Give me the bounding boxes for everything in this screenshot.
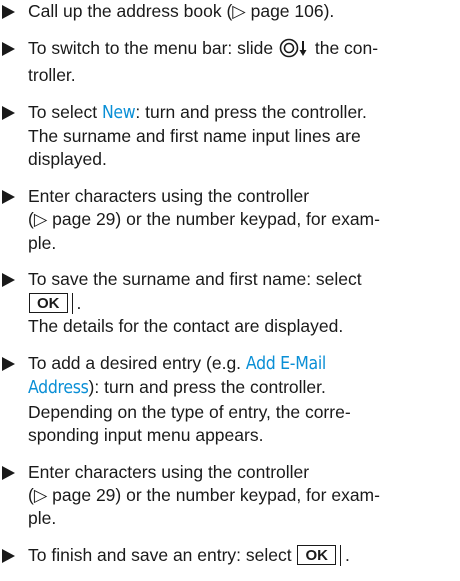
bullet-arrow-icon — [2, 273, 15, 288]
step-text: ple. — [28, 232, 57, 253]
bullet-arrow-icon — [2, 41, 15, 56]
step-5: To save the surname and first name: sele… — [0, 268, 460, 338]
bullet-arrow-icon — [2, 105, 15, 120]
step-text: (▷ page 29) or the number keypad, for ex… — [28, 209, 380, 230]
step-text: the con- — [309, 37, 379, 58]
instruction-list: Call up the address book (▷ page 106). T… — [0, 0, 460, 581]
step-6: To add a desired entry (e.g. Add E-Mail … — [0, 352, 460, 448]
step-result: Depending on the type of entry, the corr… — [28, 401, 351, 422]
step-3: To select New: turn and press the contro… — [0, 101, 460, 172]
step-result: The surname and first name input lines a… — [28, 126, 361, 146]
step-text: To save the surname and first name: sele… — [28, 269, 362, 290]
step-text: ple. — [28, 508, 57, 529]
bullet-arrow-icon — [2, 5, 15, 19]
step-8: To finish and save an entry: select OK. — [0, 544, 460, 567]
step-text: (▷ page 29) or the number keypad, for ex… — [28, 485, 380, 506]
menu-item-add-email: Add E-Mail — [245, 353, 326, 374]
step-result: sponding input menu appears. — [28, 425, 264, 446]
step-text: : turn and press the controller. — [135, 101, 367, 122]
step-4: Enter characters using the controller (▷… — [0, 185, 460, 255]
step-result: displayed. — [28, 149, 107, 170]
step-text: To add a desired entry (e.g. — [28, 352, 246, 373]
bullet-arrow-icon — [2, 190, 15, 204]
step-2: To switch to the menu bar: slide the con… — [0, 37, 460, 88]
menu-item-add-email: Address — [28, 378, 89, 399]
step-text: To select — [28, 101, 102, 122]
step-text: ): turn and press the controller. — [88, 377, 326, 398]
step-text: troller. — [28, 65, 76, 85]
bullet-arrow-icon — [2, 356, 15, 371]
step-1: Call up the address book (▷ page 106). — [0, 0, 460, 23]
controller-slide-down-icon — [279, 38, 309, 64]
step-result: The details for the contact are displaye… — [28, 316, 344, 337]
step-text: To finish and save an entry: select — [28, 545, 297, 566]
step-text: . — [76, 292, 82, 313]
ok-button-label: OK — [29, 292, 72, 314]
step-7: Enter characters using the controller (▷… — [0, 461, 460, 531]
menu-item-new: New — [101, 102, 136, 123]
step-text: Enter characters using the controller — [28, 461, 310, 482]
bullet-arrow-icon — [2, 465, 15, 480]
step-text: To switch to the menu bar: slide — [28, 37, 278, 58]
step-text: Call up the address book (▷ page 106). — [28, 1, 335, 21]
step-text: Enter characters using the controller — [28, 186, 310, 206]
step-text: . — [344, 545, 350, 566]
ok-button-label: OK — [297, 545, 341, 567]
bullet-arrow-icon — [2, 549, 15, 564]
